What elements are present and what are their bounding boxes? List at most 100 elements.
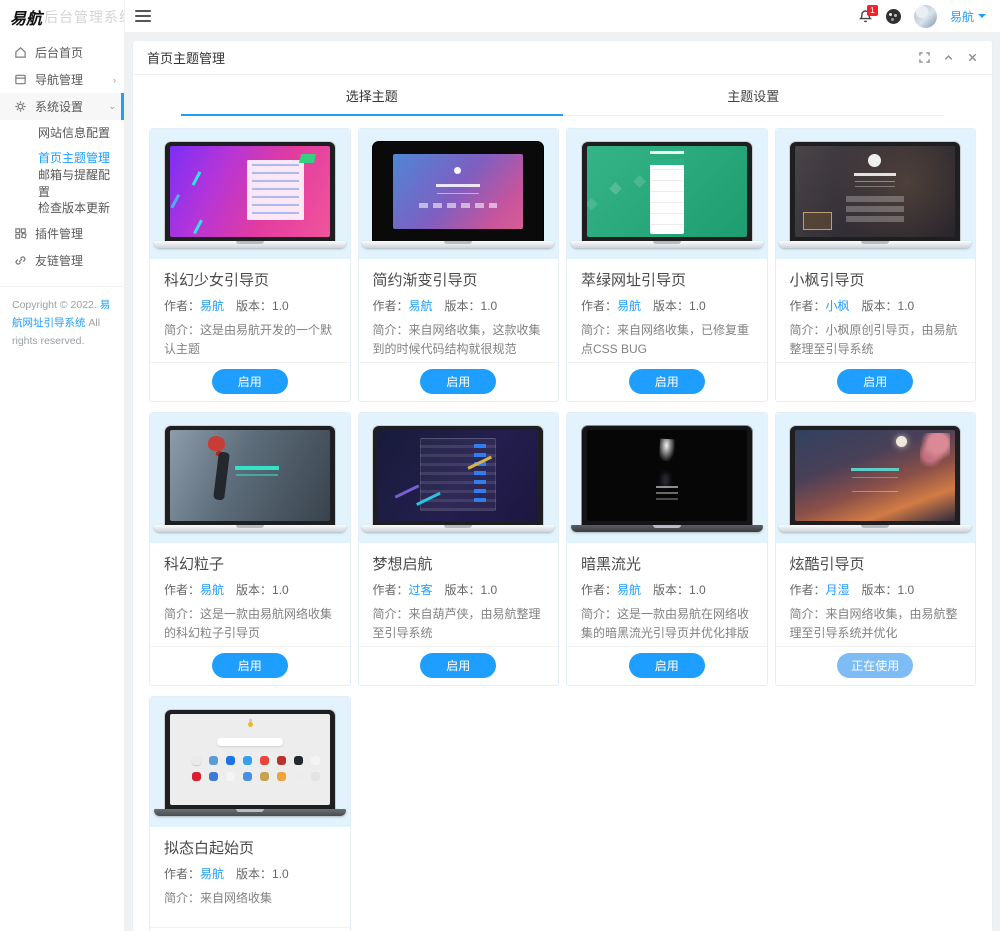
sidebar-subitem-site-info[interactable]: 网站信息配置 xyxy=(0,120,124,145)
theme-intro: 简介：来自网络收集，这款收集到的时候代码结构就很规范 xyxy=(373,321,545,358)
sidebar-item-label: 后台首页 xyxy=(35,46,84,60)
sidebar-divider xyxy=(0,286,124,287)
theme-name: 梦想启航 xyxy=(372,556,433,574)
theme-author-link[interactable]: 月湿 xyxy=(826,583,850,597)
theme-author-link[interactable]: 易航 xyxy=(200,583,224,597)
theme-version: 1.0 xyxy=(897,583,915,598)
collapse-icon[interactable] xyxy=(943,52,954,63)
apply-theme-button[interactable]: 启用 xyxy=(837,369,914,395)
theme-author-link[interactable]: 易航 xyxy=(617,299,641,313)
theme-card-body: 萃绿网址引导页 作者：易航 版本：1.0 简介：来自网络收集，已修复重点CSS B… xyxy=(567,259,767,362)
version-label: 版本： xyxy=(444,299,481,313)
theme-meta: 作者：月湿 版本：1.0 xyxy=(790,581,962,598)
apply-theme-button[interactable]: 启用 xyxy=(211,369,288,395)
sidebar-item-dashboard[interactable]: 后台首页 xyxy=(0,39,124,66)
theme-name: 炫酷引导页 xyxy=(789,556,865,574)
theme-card-body: 炫酷引导页 作者：月湿 版本：1.0 简介：来自网络收集，由易航整理至引导系统并优… xyxy=(776,543,976,646)
apply-theme-button[interactable]: 启用 xyxy=(211,653,288,679)
theme-intro: 简介：这是由易航开发的一个默认主题 xyxy=(164,321,336,358)
panel-header: 首页主题管理 xyxy=(133,41,992,75)
notification-button[interactable]: 1 xyxy=(858,4,878,24)
theme-version: 1.0 xyxy=(689,299,706,313)
theme-preview-image xyxy=(358,129,558,259)
version-label: 版本： xyxy=(653,299,690,313)
theme-version: 1.0 xyxy=(897,299,915,313)
apply-theme-button[interactable]: 启用 xyxy=(420,369,497,395)
sidebar-subitem-mail-settings[interactable]: 邮箱与提醒配置 xyxy=(0,168,124,199)
theme-author-link[interactable]: 易航 xyxy=(617,583,641,597)
version-label: 版本： xyxy=(653,583,690,598)
theme-card-footer: 启用 xyxy=(567,362,767,401)
close-icon[interactable] xyxy=(967,52,978,63)
theme-preview-image xyxy=(775,413,975,544)
apply-theme-button[interactable]: 启用 xyxy=(420,653,497,679)
topbar: 1 易航 xyxy=(125,0,1000,33)
user-menu[interactable]: 易航 xyxy=(950,8,986,25)
theme-author-link[interactable]: 易航 xyxy=(200,867,224,881)
skin-theme-icon[interactable] xyxy=(885,8,901,24)
sidebar-item-label: 首页主题管理 xyxy=(38,151,111,165)
sidebar-item-navigation[interactable]: 导航管理 › xyxy=(0,66,124,93)
nav-window-icon xyxy=(15,74,26,85)
theme-meta: 作者：小枫 版本：1.0 xyxy=(790,297,962,314)
tab-select-theme[interactable]: 选择主题 xyxy=(181,75,563,116)
tab-bar: 选择主题 主题设置 xyxy=(181,75,944,116)
theme-name: 小枫引导页 xyxy=(789,272,865,289)
theme-author-link[interactable]: 过客 xyxy=(409,583,433,597)
system-settings-submenu: 网站信息配置 首页主题管理 邮箱与提醒配置 检查版本更新 xyxy=(0,120,124,220)
intro-label: 简介： xyxy=(789,607,826,622)
apply-theme-button[interactable]: 启用 xyxy=(628,653,705,679)
sidebar-item-label: 友链管理 xyxy=(35,254,84,268)
version-label: 版本： xyxy=(444,583,481,598)
sidebar-item-plugins[interactable]: 插件管理 xyxy=(0,220,124,247)
theme-name: 科幻粒子 xyxy=(164,556,225,574)
chevron-right-icon: › xyxy=(113,74,116,85)
theme-card: 萃绿网址引导页 作者：易航 版本：1.0 简介：来自网络收集，已修复重点CSS B… xyxy=(566,128,768,403)
theme-version: 1.0 xyxy=(689,583,706,598)
theme-card: 科幻粒子 作者：易航 版本：1.0 简介：这是一款由易航网络收集的科幻粒子引导页 … xyxy=(149,412,351,687)
apply-theme-button[interactable]: 启用 xyxy=(628,369,705,395)
theme-version: 1.0 xyxy=(480,583,498,598)
theme-author-link[interactable]: 易航 xyxy=(200,299,224,313)
theme-card-footer: 启用 xyxy=(775,362,975,401)
intro-label: 简介： xyxy=(372,607,409,622)
sidebar-item-label: 插件管理 xyxy=(35,227,84,241)
theme-version: 1.0 xyxy=(272,867,289,882)
sidebar-subitem-check-update[interactable]: 检查版本更新 xyxy=(0,195,124,220)
theme-author-link[interactable]: 易航 xyxy=(409,299,433,313)
theme-in-use-button[interactable]: 正在使用 xyxy=(837,653,914,679)
sidebar-menu: 后台首页 导航管理 › 系统设置 ⌄ 网站信息配置 首页主题管理 邮箱与提醒配置… xyxy=(0,33,124,274)
sidebar-item-system-settings[interactable]: 系统设置 ⌄ xyxy=(0,93,124,120)
laptop-mockup xyxy=(362,424,555,532)
theme-meta: 作者：易航 版本：1.0 xyxy=(581,297,753,314)
author-label: 作者： xyxy=(581,299,618,313)
theme-card-footer: 启用 xyxy=(358,646,558,685)
intro-label: 简介： xyxy=(581,323,618,337)
panel-title: 首页主题管理 xyxy=(147,51,226,66)
link-icon xyxy=(15,256,26,265)
theme-version: 1.0 xyxy=(272,583,289,598)
intro-label: 简介： xyxy=(164,891,201,906)
version-label: 版本： xyxy=(861,583,898,598)
theme-card: 暗黑流光 作者：易航 版本：1.0 简介：这是一款由易航在网络收集的暗黑流光引导页… xyxy=(566,412,768,687)
theme-card: 梦想启航 作者：过客 版本：1.0 简介：来自葫芦侠，由易航整理至引导系统 启用 xyxy=(357,412,559,687)
author-label: 作者： xyxy=(581,583,618,598)
theme-card: 拟态白起始页 作者：易航版本：1.0 简介：来自网络收集 启用 xyxy=(149,696,351,931)
user-avatar[interactable] xyxy=(913,4,937,28)
author-label: 作者： xyxy=(164,867,201,882)
theme-card-footer: 启用 xyxy=(358,362,558,401)
laptop-mockup xyxy=(779,424,972,532)
theme-card: 科幻少女引导页 作者：易航 版本：1.0 简介：这是由易航开发的一个默认主题 启用 xyxy=(149,128,351,403)
tab-theme-settings[interactable]: 主题设置 xyxy=(563,75,945,115)
sidebar-item-friend-links[interactable]: 友链管理 xyxy=(0,247,124,274)
author-label: 作者： xyxy=(164,583,201,598)
theme-preview-image xyxy=(150,129,350,259)
menu-toggle-icon[interactable] xyxy=(135,7,151,25)
theme-grid: 科幻少女引导页 作者：易航 版本：1.0 简介：这是由易航开发的一个默认主题 启用… xyxy=(133,116,992,931)
theme-author-link[interactable]: 小枫 xyxy=(826,299,850,313)
app-logo[interactable]: 易航 后台管理系统 xyxy=(0,0,124,33)
theme-version: 1.0 xyxy=(480,299,498,313)
theme-preview-image xyxy=(567,413,767,544)
fullscreen-icon[interactable] xyxy=(919,52,930,63)
intro-label: 简介： xyxy=(372,323,409,337)
